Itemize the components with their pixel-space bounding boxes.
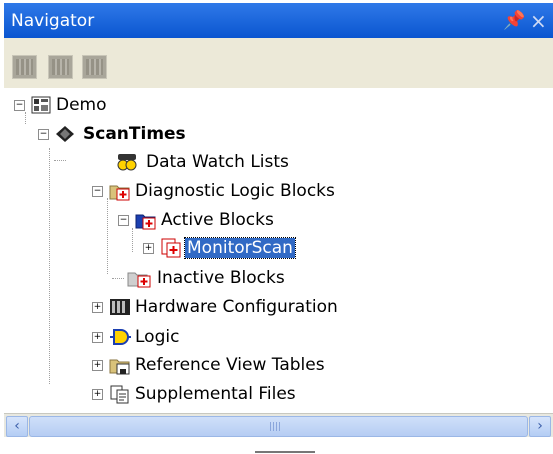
tree-item-hardware-configuration[interactable]: + Hardware Configuration: [92, 296, 338, 318]
tree-item-label: Reference View Tables: [135, 355, 325, 375]
title-bar: Navigator 📌 ×: [4, 3, 553, 38]
collapse-toggle[interactable]: −: [38, 128, 49, 140]
divider: [255, 451, 315, 453]
grid-view-icon[interactable]: [12, 55, 37, 79]
expand-icon[interactable]: [48, 55, 73, 79]
expand-toggle[interactable]: +: [92, 388, 103, 400]
hardware-rack-icon: [110, 299, 130, 315]
tree-connector: [54, 160, 66, 161]
grip-icon: [270, 422, 280, 431]
documents-icon: [110, 385, 129, 404]
tree-item-label: MonitorScan: [184, 237, 296, 259]
navigator-panel: Navigator 📌 × − Demo − ScanTimes Data Wa…: [0, 0, 553, 454]
tree-item-demo[interactable]: − Demo: [14, 94, 107, 116]
tree-item-label: ScanTimes: [83, 124, 186, 144]
collapse-toggle[interactable]: −: [14, 99, 25, 111]
scrollbar-thumb[interactable]: [29, 416, 528, 437]
logic-gate-icon: [110, 329, 131, 345]
folder-active-icon: [135, 214, 156, 230]
expand-toggle[interactable]: +: [92, 331, 103, 343]
tree-item-label: Active Blocks: [161, 210, 274, 230]
tree-item-scantimes[interactable]: − ScanTimes: [38, 123, 186, 145]
tree-item-active-blocks[interactable]: − Active Blocks: [118, 209, 274, 231]
tree-connector: [112, 278, 124, 279]
tree-item-diagnostic-logic-blocks[interactable]: − Diagnostic Logic Blocks: [92, 180, 335, 202]
watch-list-icon: [117, 154, 137, 171]
scroll-right-icon[interactable]: ›: [529, 416, 551, 437]
tree-item-supplemental-files[interactable]: + Supplemental Files: [92, 383, 296, 405]
collapse-toggle[interactable]: −: [118, 214, 129, 226]
tree-item-data-watch-lists[interactable]: Data Watch Lists: [116, 151, 289, 173]
tree-item-label: Diagnostic Logic Blocks: [135, 181, 335, 201]
expand-toggle[interactable]: +: [143, 242, 154, 254]
tree-connector: [132, 228, 133, 252]
tree-connector: [107, 198, 108, 274]
scroll-left-icon[interactable]: ‹: [6, 416, 28, 437]
diagnostic-block-icon: [161, 238, 181, 258]
tree-item-inactive-blocks[interactable]: Inactive Blocks: [127, 267, 285, 289]
expand-toggle[interactable]: +: [92, 301, 103, 313]
tree-item-label: Supplemental Files: [135, 384, 296, 404]
target-diamond-icon: [56, 126, 74, 142]
tree-item-reference-view-tables[interactable]: + Reference View Tables: [92, 354, 325, 376]
collapse-icon[interactable]: [82, 55, 107, 79]
folder-diagnostic-icon: [109, 185, 130, 201]
panel-footer: [0, 437, 553, 454]
tree-item-monitorscan[interactable]: + MonitorScan: [143, 237, 296, 259]
horizontal-scrollbar[interactable]: ‹ ›: [4, 413, 553, 438]
expand-toggle[interactable]: +: [92, 359, 103, 371]
collapse-toggle[interactable]: −: [92, 185, 103, 197]
tree-item-label: Inactive Blocks: [157, 268, 285, 288]
panel-title: Navigator: [11, 11, 95, 31]
tree-connector: [49, 148, 50, 384]
tree-item-label: Logic: [135, 327, 180, 347]
close-icon[interactable]: ×: [530, 9, 547, 33]
toolbar: [4, 38, 553, 88]
tree-item-label: Hardware Configuration: [135, 297, 338, 317]
project-tree: − Demo − ScanTimes Data Watch Lists − Di…: [4, 88, 553, 410]
folder-inactive-icon: [127, 272, 151, 288]
tree-item-logic[interactable]: + Logic: [92, 326, 179, 348]
pin-icon[interactable]: 📌: [503, 10, 525, 31]
tree-item-label: Demo: [56, 95, 107, 115]
tree-item-label: Data Watch Lists: [146, 152, 289, 172]
folder-table-icon: [109, 359, 130, 375]
project-icon: [31, 96, 51, 114]
